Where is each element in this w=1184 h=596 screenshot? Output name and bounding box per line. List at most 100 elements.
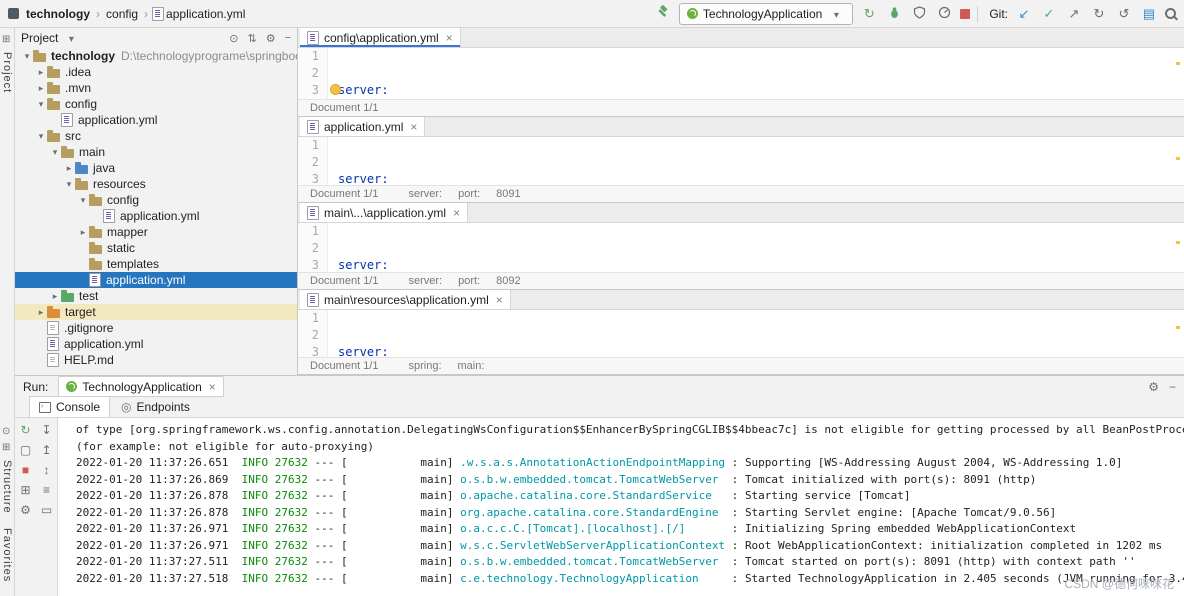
breadcrumb-file[interactable]: application.yml [166, 7, 245, 21]
git-history-button[interactable] [1090, 7, 1108, 20]
git-rollback-button[interactable] [1115, 7, 1133, 20]
breadcrumb-project[interactable]: technology [26, 7, 90, 21]
chevron-down-icon[interactable] [35, 99, 47, 110]
tree-item[interactable]: java [15, 160, 297, 176]
editor-tab[interactable]: main\resources\application.yml [300, 290, 511, 309]
breadcrumb-item[interactable]: server: [408, 275, 442, 287]
hide-panel-icon[interactable] [1169, 380, 1176, 394]
soft-wrap-icon[interactable] [43, 484, 50, 496]
tree-item[interactable]: application.yml [15, 208, 297, 224]
locate-file-icon[interactable] [229, 32, 238, 45]
stop-button[interactable] [960, 8, 971, 19]
chevron-right-icon[interactable] [77, 227, 89, 238]
down-stack-trace-icon[interactable] [41, 424, 51, 436]
print-icon[interactable] [41, 504, 52, 516]
chevron-right-icon[interactable] [49, 291, 61, 302]
close-icon[interactable] [408, 120, 417, 134]
close-icon[interactable] [494, 293, 503, 307]
code-editor[interactable]: 123 server: port:8092 mybatis: [298, 223, 1184, 272]
breadcrumb-item[interactable]: 8091 [496, 188, 520, 200]
tool-window-icon[interactable] [2, 34, 10, 45]
tree-item[interactable]: .idea [15, 64, 297, 80]
breadcrumb-item[interactable]: port: [458, 188, 480, 200]
tool-button-structure[interactable]: Structure [1, 460, 13, 514]
rerun-button[interactable] [860, 7, 878, 20]
profiler-button[interactable] [935, 6, 953, 21]
chevron-right-icon[interactable] [35, 307, 47, 318]
rerun-button[interactable] [20, 424, 30, 436]
gear-icon[interactable] [266, 32, 276, 45]
tree-item-highlighted[interactable]: target [15, 304, 297, 320]
chevron-down-icon[interactable] [62, 31, 80, 45]
tree-item[interactable]: templates [15, 256, 297, 272]
tree-item[interactable]: application.yml [15, 336, 297, 352]
chevron-down-icon[interactable] [63, 179, 75, 190]
run-dashboard-icon[interactable] [20, 444, 31, 456]
breadcrumb-item[interactable]: main: [458, 360, 485, 372]
git-update-button[interactable] [1015, 7, 1033, 20]
git-commit-button[interactable] [1040, 7, 1058, 20]
editor-tab[interactable]: config\application.yml [300, 28, 461, 47]
tree-item[interactable]: config [15, 192, 297, 208]
chevron-right-icon[interactable] [63, 163, 75, 174]
collapse-all-icon[interactable] [247, 32, 256, 45]
chevron-down-icon[interactable] [21, 51, 33, 62]
tool-strip-icon[interactable] [2, 442, 10, 453]
hide-panel-icon[interactable] [285, 32, 291, 45]
tree-item[interactable]: resources [15, 176, 297, 192]
chevron-down-icon[interactable] [35, 131, 47, 142]
breadcrumb-item[interactable]: server: [408, 188, 442, 200]
close-icon[interactable] [451, 206, 460, 220]
tree-item[interactable]: test [15, 288, 297, 304]
project-panel-title[interactable]: Project [21, 31, 58, 45]
tree-item[interactable]: src [15, 128, 297, 144]
breadcrumb-item[interactable]: port: [458, 275, 480, 287]
run-tab[interactable]: TechnologyApplication [58, 376, 224, 397]
restore-layout-icon[interactable] [20, 484, 30, 496]
tree-item[interactable]: config [15, 96, 297, 112]
tree-item[interactable]: .gitignore [15, 320, 297, 336]
tab-console[interactable]: Console [29, 396, 111, 417]
editor-tab[interactable]: main\...\application.yml [300, 203, 469, 222]
breadcrumb-folder[interactable]: config [106, 7, 138, 21]
tool-button-favorites[interactable]: Favorites [1, 528, 13, 582]
breadcrumb-item[interactable]: spring: [408, 360, 441, 372]
toolwindow-button[interactable] [1140, 7, 1158, 20]
close-icon[interactable] [207, 380, 216, 394]
chevron-down-icon[interactable] [49, 147, 61, 158]
tree-item[interactable]: .mvn [15, 80, 297, 96]
gear-icon[interactable] [1148, 380, 1159, 394]
scroll-to-end-icon[interactable] [44, 464, 50, 476]
run-config-selector[interactable]: TechnologyApplication [678, 2, 854, 25]
code-editor[interactable]: 123 server: # port: 8090 mybatis: [298, 48, 1184, 99]
tree-item[interactable]: mapper [15, 224, 297, 240]
tree-item-label: application.yml [78, 113, 158, 127]
tree-item[interactable]: application.yml [15, 112, 297, 128]
gear-icon[interactable] [20, 504, 31, 516]
tool-strip-icon[interactable] [2, 426, 10, 437]
git-push-button[interactable] [1065, 7, 1083, 20]
tool-button-project[interactable]: Project [1, 52, 13, 93]
code-editor[interactable]: 123 server: port:8093 mybatis: [298, 310, 1184, 357]
tree-item[interactable]: HELP.md [15, 352, 297, 368]
stop-button[interactable] [22, 464, 29, 476]
intention-bulb-icon[interactable] [331, 85, 340, 94]
coverage-button[interactable] [910, 6, 928, 21]
tree-item-selected[interactable]: application.yml [15, 272, 297, 288]
editor-tab[interactable]: application.yml [300, 117, 426, 136]
tree-item-root[interactable]: technology D:\technologyprograme\springbo… [15, 48, 297, 64]
breadcrumb-item[interactable]: 8092 [496, 275, 520, 287]
tree-item[interactable]: static [15, 240, 297, 256]
chevron-right-icon[interactable] [35, 67, 47, 78]
tab-endpoints[interactable]: Endpoints [112, 397, 199, 417]
close-icon[interactable] [444, 31, 453, 45]
debug-button[interactable] [885, 6, 903, 21]
console-output[interactable]: of type [org.springframework.ws.config.a… [57, 418, 1184, 596]
chevron-right-icon[interactable] [35, 83, 47, 94]
chevron-down-icon[interactable] [77, 195, 89, 206]
up-stack-trace-icon[interactable] [41, 444, 51, 456]
code-editor[interactable]: 123 server: port:8091 mybatis: [298, 137, 1184, 185]
search-icon[interactable] [1165, 8, 1176, 19]
tree-item[interactable]: main [15, 144, 297, 160]
build-hammer-icon[interactable] [654, 5, 672, 22]
